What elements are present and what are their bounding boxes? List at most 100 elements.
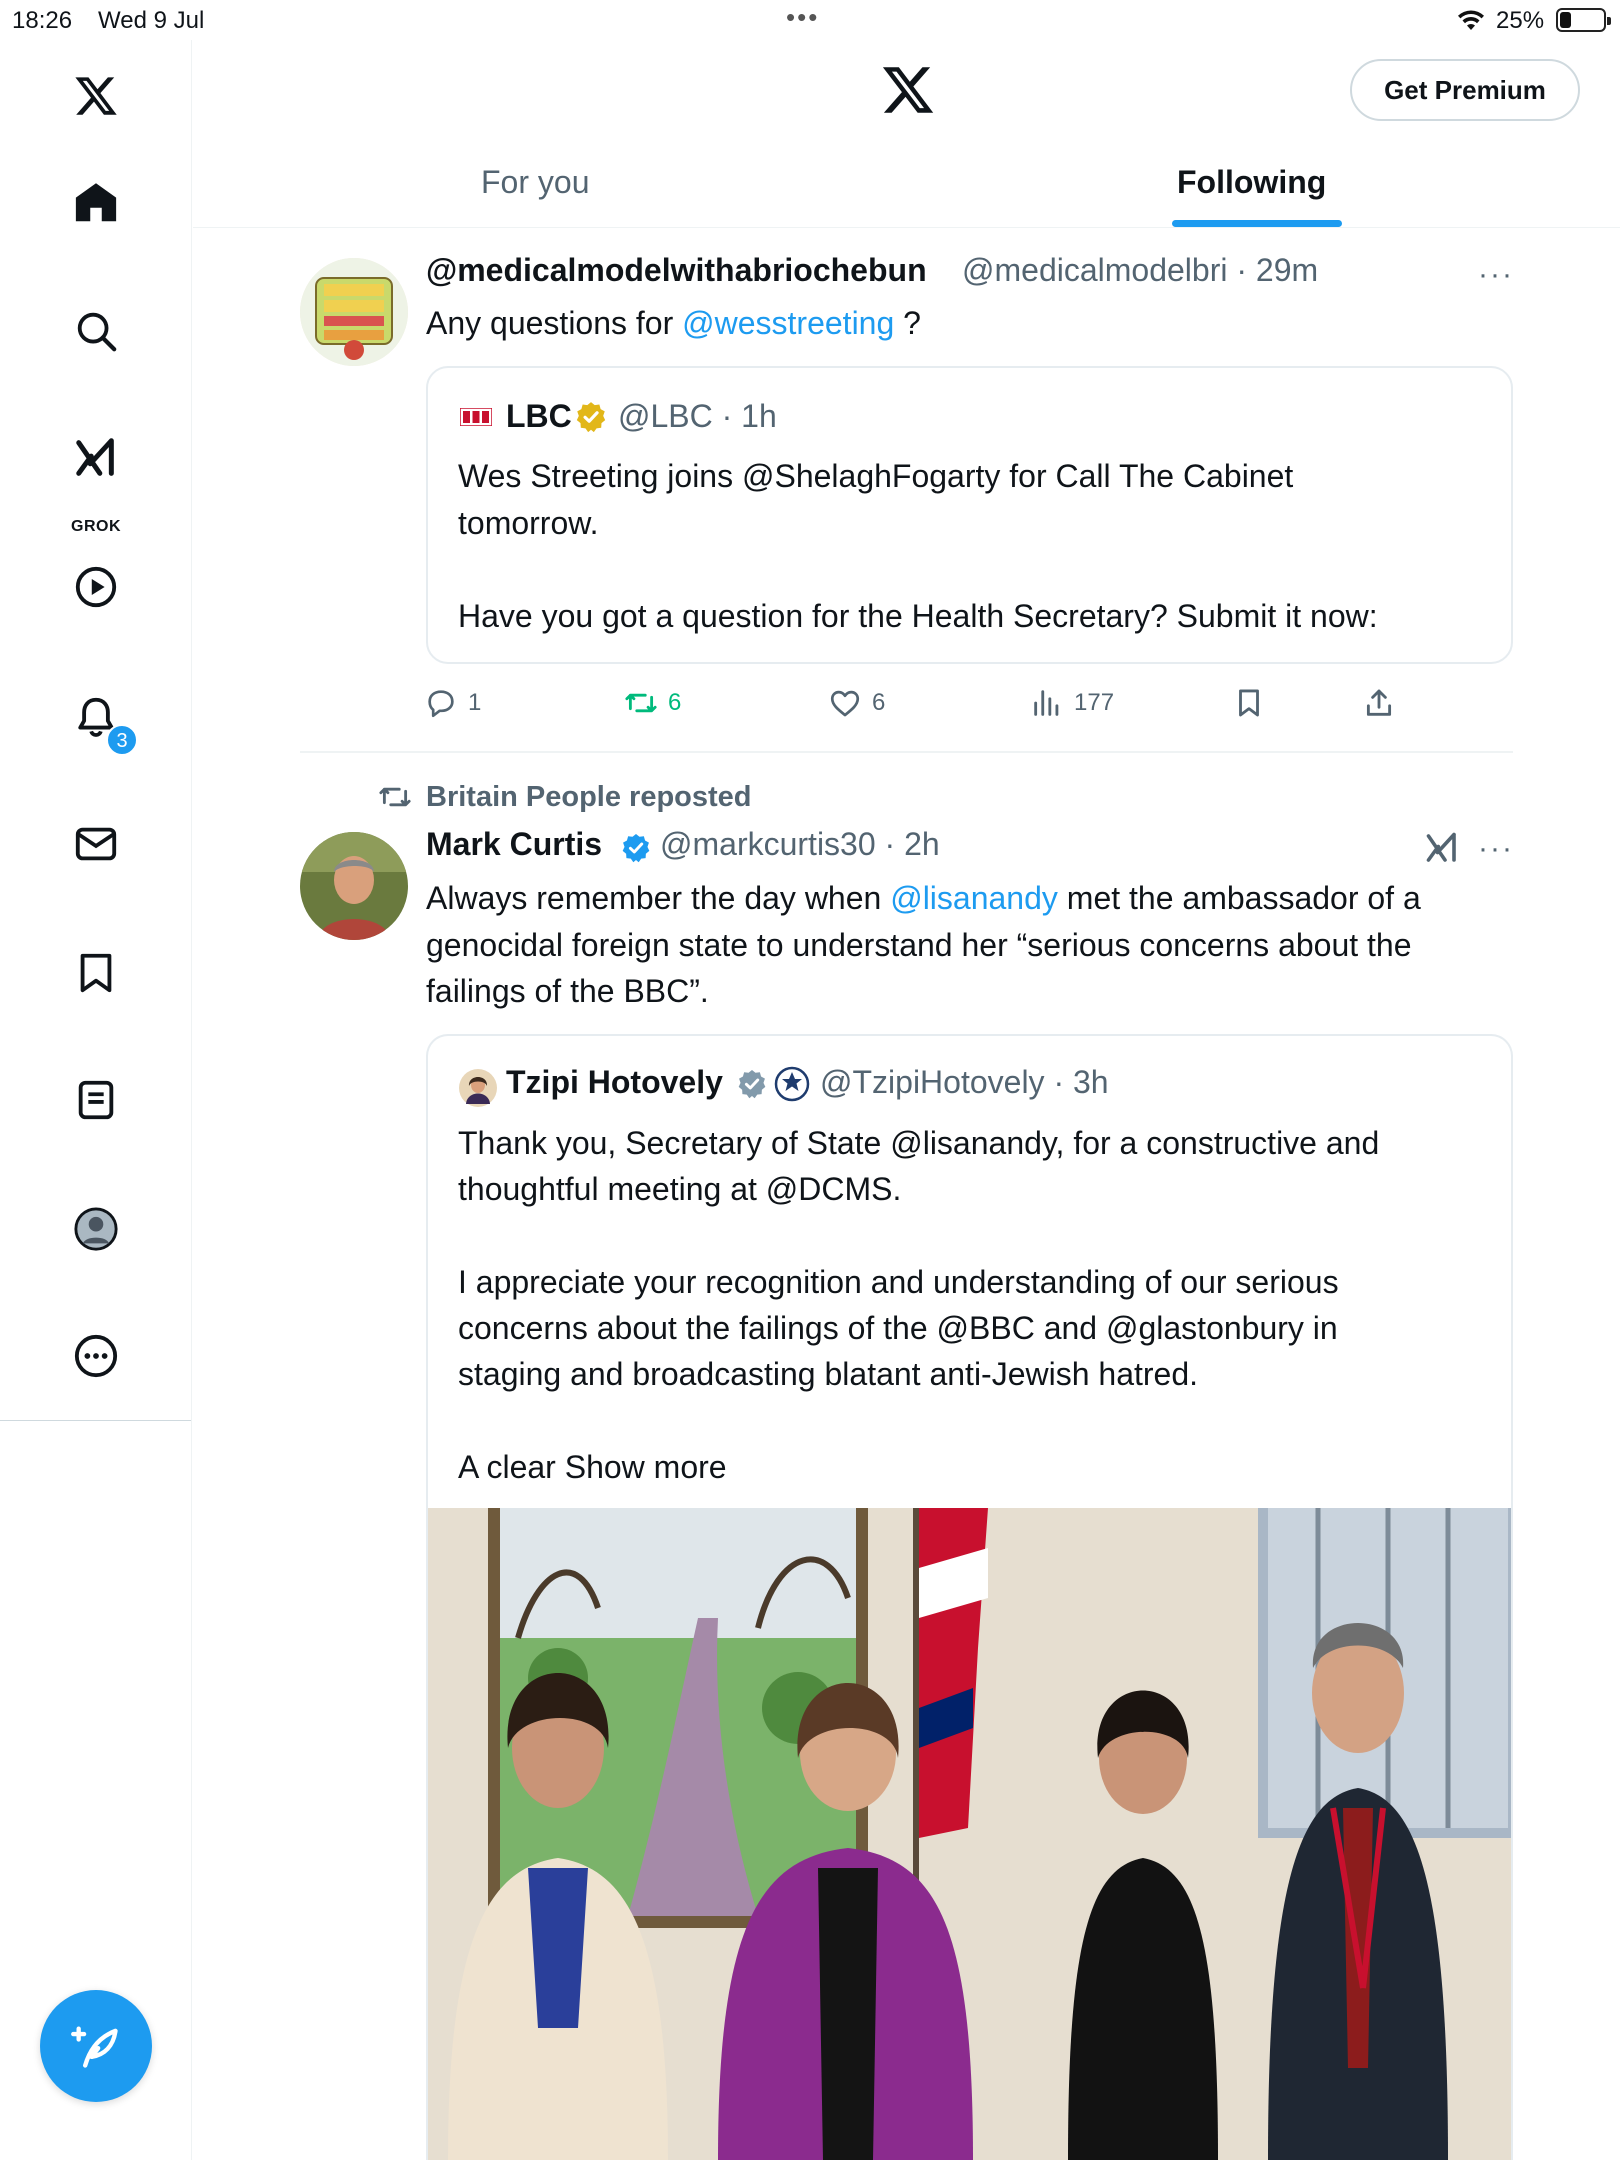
quoted-text-line: staging and broadcasting blatant anti-Je…	[458, 1356, 1199, 1392]
sidebar-item-more[interactable]	[66, 1326, 126, 1386]
search-icon	[77, 312, 117, 352]
sidebar-item-profile[interactable]	[66, 1199, 126, 1259]
like-count: 6	[872, 689, 886, 716]
compose-feather-icon	[71, 2026, 118, 2068]
quoted-author-name: LBC	[506, 398, 572, 434]
verified-gold-badge-icon	[574, 400, 608, 439]
x-logo-icon[interactable]	[66, 66, 126, 126]
post-author-name[interactable]: Mark Curtis	[426, 826, 602, 863]
lbc-logo-icon	[459, 407, 493, 431]
post-more-button[interactable]: ···	[1478, 258, 1514, 292]
multitasking-dots[interactable]: •••	[786, 2, 819, 33]
verified-badge-icon	[620, 832, 652, 869]
quoted-handle-time: @LBC · 1h	[618, 398, 777, 434]
home-icon	[75, 183, 117, 222]
reply-button[interactable]: 1	[424, 680, 481, 726]
sidebar-item-videos[interactable]	[66, 557, 126, 617]
bookmark-button[interactable]	[1232, 680, 1276, 726]
sidebar-item-messages[interactable]	[66, 814, 126, 874]
post-text-part: Any questions for	[426, 305, 683, 341]
tab-following[interactable]: Following	[1177, 164, 1326, 201]
post-author-name[interactable]: @medicalmodelwithabriochebun	[426, 252, 927, 289]
quoted-author-name: Tzipi Hotovely	[506, 1064, 723, 1100]
post-text-part: met the ambassador of a	[1057, 880, 1421, 916]
sidebar-item-grok[interactable]	[66, 428, 126, 488]
quoted-text-line: thoughtful meeting at @DCMS.	[458, 1171, 902, 1207]
quoted-text-line: Wes Streeting joins @ShelaghFogarty for …	[458, 458, 1294, 494]
quoted-text-line: concerns about the failings of the @BBC …	[458, 1310, 1338, 1346]
repost-count: 6	[668, 689, 682, 716]
wifi-icon	[1456, 8, 1486, 39]
quoted-text-line: Thank you, Secretary of State @lisanandy…	[458, 1125, 1380, 1161]
avatar[interactable]	[300, 258, 408, 366]
battery-fill	[1560, 12, 1571, 28]
grok-icon	[76, 438, 114, 476]
sidebar: GROK 3	[0, 40, 192, 1421]
more-icon	[74, 1334, 118, 1378]
quoted-text-line: I appreciate your recognition and unders…	[458, 1264, 1339, 1300]
quoted-text-show-more[interactable]: A clear Show more	[458, 1444, 727, 1491]
post-text-part: Always remember the day when	[426, 880, 891, 916]
post-text: Any questions for @wesstreeting ?	[426, 300, 921, 347]
share-button[interactable]	[1362, 680, 1406, 726]
like-button[interactable]: 6	[828, 680, 885, 726]
active-tab-indicator	[1172, 220, 1342, 227]
sidebar-item-lists[interactable]	[66, 1070, 126, 1130]
mention-link[interactable]: @wesstreeting	[682, 305, 894, 341]
repost-icon	[379, 787, 411, 807]
play-icon	[75, 566, 117, 608]
sidebar-item-home[interactable]	[66, 173, 126, 233]
post-text-line: genocidal foreign state to understand he…	[426, 927, 1412, 963]
post-actions: 1 6 6 177	[424, 680, 1424, 730]
quoted-text-line: Have you got a question for the Health S…	[458, 598, 1378, 634]
battery-icon	[1556, 8, 1611, 32]
views-chart-icon	[1034, 690, 1059, 716]
quoted-post[interactable]: LBC @LBC · 1h Wes Streeting joins @Shela…	[426, 366, 1513, 664]
reply-icon	[428, 690, 454, 718]
bookmark-icon	[1239, 689, 1259, 717]
status-date: Wed 9 Jul	[98, 7, 205, 34]
views-button[interactable]: 177	[1030, 680, 1114, 726]
repost-button[interactable]: 6	[624, 680, 681, 726]
profile-icon	[74, 1207, 118, 1251]
post-handle-time[interactable]: @markcurtis30 · 2h	[660, 826, 940, 863]
get-premium-button[interactable]: Get Premium	[1350, 59, 1580, 121]
grok-label: GROK	[71, 518, 121, 535]
share-icon	[1366, 689, 1392, 716]
status-time: 18:26	[12, 7, 73, 34]
post-divider	[300, 751, 1513, 753]
reply-count: 1	[468, 689, 482, 716]
mention-link[interactable]: @lisanandy	[890, 880, 1058, 916]
tab-for-you[interactable]: For you	[481, 164, 589, 201]
post-more-button[interactable]: ···	[1478, 832, 1514, 866]
post-handle-time[interactable]: @medicalmodelbri · 29m	[962, 252, 1318, 289]
list-icon	[78, 1080, 114, 1120]
heart-icon	[830, 690, 860, 717]
repost-label: Britain People reposted	[426, 780, 752, 813]
quoted-text-line: tomorrow.	[458, 505, 599, 541]
notification-badge: 3	[106, 724, 138, 756]
mail-icon	[75, 827, 117, 861]
battery-percent: 25%	[1496, 7, 1545, 34]
verified-grey-badge-icon	[736, 1068, 768, 1105]
sidebar-border	[191, 1420, 192, 2160]
repost-icon	[625, 693, 657, 713]
sidebar-divider	[0, 1420, 192, 1421]
avatar[interactable]	[300, 832, 408, 940]
repost-indicator[interactable]: Britain People reposted	[378, 780, 752, 814]
quoted-avatar	[458, 1068, 498, 1113]
sidebar-item-bookmarks[interactable]	[66, 943, 126, 1003]
post-photo[interactable]	[426, 1508, 1513, 2160]
quoted-handle-time: @TzipiHotovely · 3h	[820, 1064, 1109, 1100]
compose-button[interactable]	[40, 1990, 152, 2102]
sidebar-item-search[interactable]	[66, 301, 126, 361]
grok-explain-icon[interactable]	[1424, 830, 1460, 871]
post-text-line: Always remember the day when @lisanandy …	[426, 875, 1421, 922]
post-text-part: ?	[894, 305, 921, 341]
post-text-line: failings of the BBC”.	[426, 973, 709, 1009]
government-emblem-icon	[774, 1066, 810, 1107]
x-logo-icon[interactable]	[880, 62, 936, 118]
timeline-tabs: For you Following	[193, 140, 1620, 228]
bookmark-icon	[80, 953, 112, 993]
status-bar: 18:26 Wed 9 Jul ••• 25%	[0, 0, 1620, 40]
